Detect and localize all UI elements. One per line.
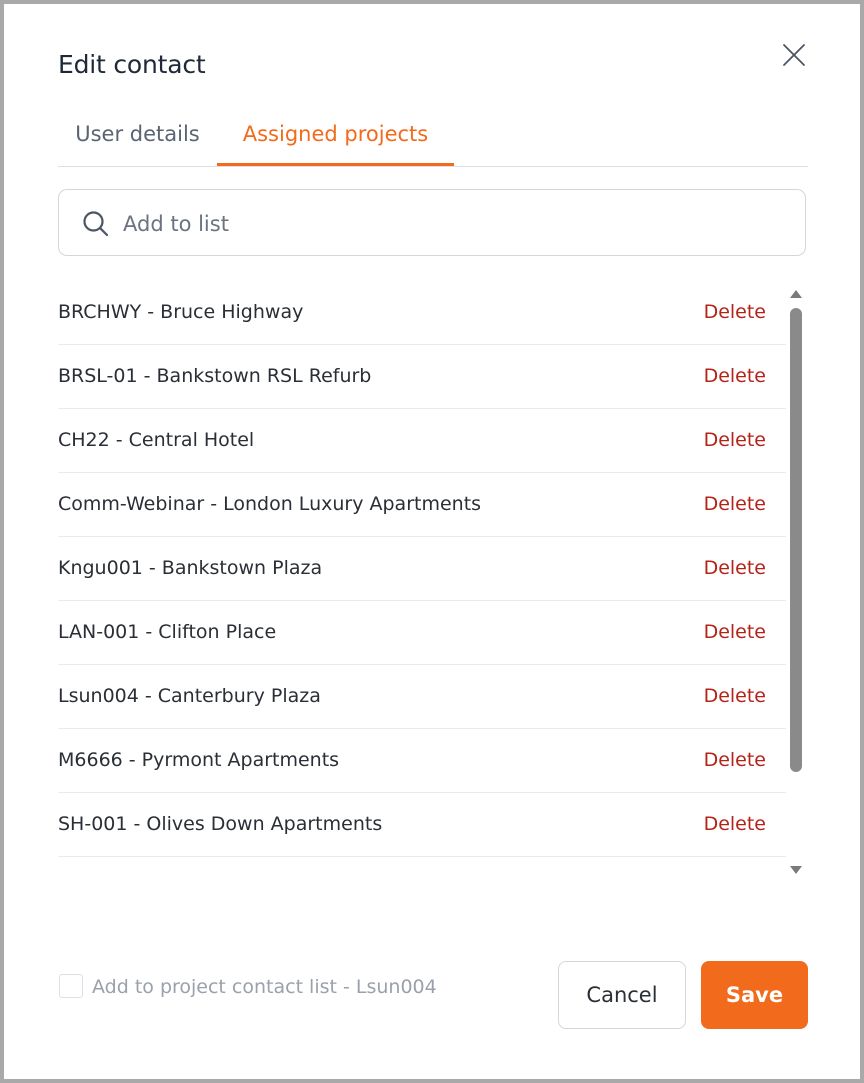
list-item: LAN-001 - Clifton Place Delete <box>58 601 786 665</box>
project-label: BRSL-01 - Bankstown RSL Refurb <box>58 365 372 387</box>
list-item: Comm-Webinar - London Luxury Apartments … <box>58 473 786 537</box>
list-item: M6666 - Pyrmont Apartments Delete <box>58 729 786 793</box>
project-label: M6666 - Pyrmont Apartments <box>58 749 340 771</box>
list-item: BRCHWY - Bruce Highway Delete <box>58 281 786 345</box>
list-item: CH22 - Central Hotel Delete <box>58 409 786 473</box>
search-icon <box>82 210 110 242</box>
project-contact-checkbox[interactable] <box>59 974 83 998</box>
project-label: Comm-Webinar - London Luxury Apartments <box>58 493 482 515</box>
tab-bar: User details Assigned projects <box>58 106 808 167</box>
delete-button[interactable]: Delete <box>704 601 766 664</box>
tab-user-details[interactable]: User details <box>58 106 217 165</box>
tab-assigned-projects[interactable]: Assigned projects <box>217 106 454 166</box>
list-item: Kngu001 - Bankstown Plaza Delete <box>58 537 786 601</box>
edit-contact-dialog: Edit contact User details Assigned proje… <box>4 4 860 1079</box>
delete-button[interactable]: Delete <box>704 665 766 728</box>
delete-button[interactable]: Delete <box>704 473 766 536</box>
project-list: BRCHWY - Bruce Highway Delete BRSL-01 - … <box>58 281 786 857</box>
project-label: Kngu001 - Bankstown Plaza <box>58 557 323 579</box>
save-button[interactable]: Save <box>701 961 808 1029</box>
project-label: LAN-001 - Clifton Place <box>58 621 277 643</box>
delete-button[interactable]: Delete <box>704 793 766 856</box>
project-label: BRCHWY - Bruce Highway <box>58 301 304 323</box>
search-box <box>58 189 806 257</box>
search-input[interactable] <box>121 190 785 257</box>
close-button[interactable] <box>779 40 809 70</box>
cancel-button[interactable]: Cancel <box>558 961 686 1029</box>
checkbox-label: Add to project contact list - Lsun004 <box>92 976 437 998</box>
dialog-title: Edit contact <box>58 50 206 79</box>
delete-button[interactable]: Delete <box>704 537 766 600</box>
delete-button[interactable]: Delete <box>704 345 766 408</box>
project-label: Lsun004 - Canterbury Plaza <box>58 685 321 707</box>
delete-button[interactable]: Delete <box>704 281 766 344</box>
project-label: CH22 - Central Hotel <box>58 429 255 451</box>
scroll-up-arrow-icon[interactable] <box>788 288 804 300</box>
delete-button[interactable]: Delete <box>704 729 766 792</box>
scroll-down-arrow-icon[interactable] <box>788 864 804 876</box>
close-icon <box>783 44 805 66</box>
list-item: SH-001 - Olives Down Apartments Delete <box>58 793 786 857</box>
project-label: SH-001 - Olives Down Apartments <box>58 813 383 835</box>
list-item: BRSL-01 - Bankstown RSL Refurb Delete <box>58 345 786 409</box>
list-item: Lsun004 - Canterbury Plaza Delete <box>58 665 786 729</box>
scrollbar-thumb[interactable] <box>790 308 802 772</box>
delete-button[interactable]: Delete <box>704 409 766 472</box>
